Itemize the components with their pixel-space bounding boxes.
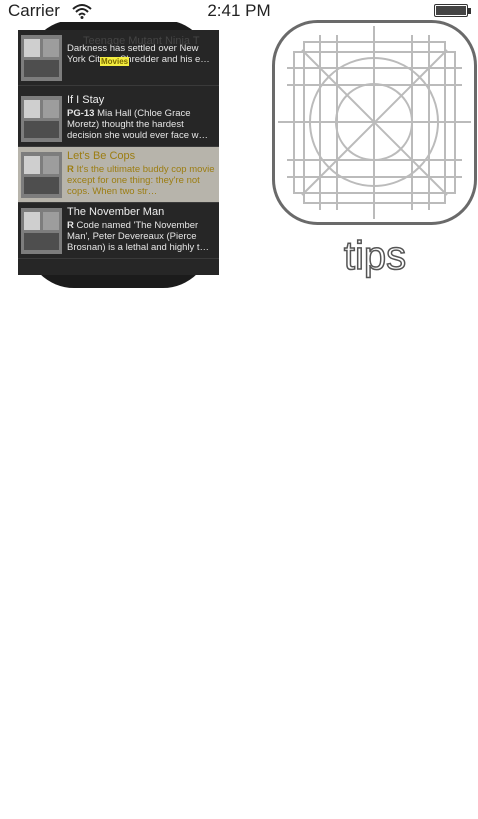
- movie-description: Code named 'The November Man', Peter Dev…: [67, 220, 210, 253]
- movie-row[interactable]: The November Man R Code named 'The Novem…: [18, 203, 219, 259]
- movie-title: If I Stay: [67, 94, 105, 106]
- nav-bar: Teenage Mutant Ninja T Movies: [18, 22, 219, 67]
- movie-title: Let's Be Cops: [67, 150, 136, 162]
- app-preview: Darkness has settled over New York City …: [18, 22, 219, 288]
- status-bar: Carrier 2:41 PM: [0, 0, 478, 22]
- movie-row-selected[interactable]: Let's Be Cops R It's the ultimate buddy …: [18, 147, 219, 203]
- movie-poster: [21, 152, 62, 198]
- movie-description: It's the ultimate buddy cop movie except…: [67, 164, 215, 197]
- nav-title: Teenage Mutant Ninja T: [83, 35, 200, 47]
- movie-poster: [21, 96, 62, 142]
- movie-rating: R: [67, 220, 74, 231]
- nav-label: Movies: [100, 57, 130, 66]
- tips-app-icon[interactable]: [272, 20, 477, 225]
- battery-icon: [434, 4, 471, 17]
- clock: 2:41 PM: [207, 1, 271, 20]
- movie-rating: PG-13: [67, 108, 95, 119]
- movie-synopsis: PG-13 Mia Hall (Chloe Grace Moretz) thou…: [67, 108, 217, 142]
- movie-rating: R: [67, 164, 74, 175]
- tips-app-label: tips: [343, 233, 407, 279]
- movie-synopsis: R It's the ultimate buddy cop movie exce…: [67, 164, 217, 198]
- movie-title: The November Man: [67, 206, 165, 218]
- movie-poster: [21, 208, 62, 254]
- movie-synopsis: R Code named 'The November Man', Peter D…: [67, 220, 217, 254]
- movie-row[interactable]: If I Stay PG-13 Mia Hall (Chloe Grace Mo…: [18, 91, 219, 147]
